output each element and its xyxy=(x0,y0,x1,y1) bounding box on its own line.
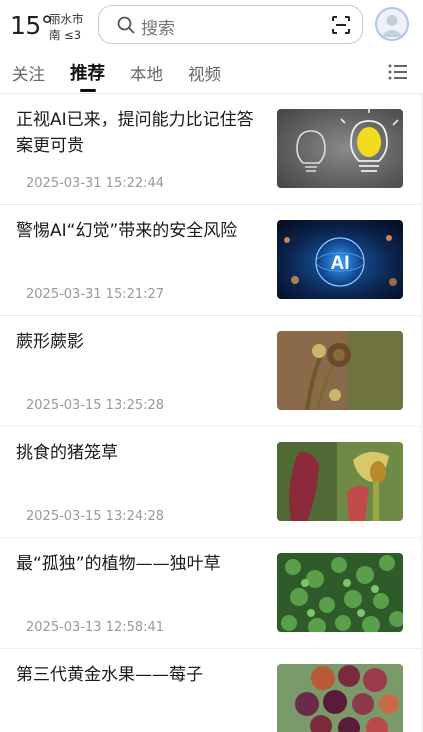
news-feed-page: 15° 丽水市 南 ≤3 搜索 关注 推荐 本地 视频 正视AI已来，提问能力比… xyxy=(0,0,423,732)
news-item[interactable]: 最“孤独”的植物——独叶草 2025-03-13 12:58:41 xyxy=(0,538,423,649)
pitcher-plant-image xyxy=(277,442,403,521)
news-time: 2025-03-13 12:58:41 xyxy=(26,620,165,635)
news-title: 蕨形蕨影 xyxy=(16,332,84,352)
tab-recommend[interactable]: 推荐 xyxy=(70,60,105,85)
channel-menu-icon[interactable] xyxy=(388,63,408,81)
news-title: 正视AI已来，提问能力比记住答案更可贵 xyxy=(16,110,254,156)
news-time: 2025-03-31 15:22:44 xyxy=(26,176,165,191)
news-time: 2025-03-31 15:21:27 xyxy=(26,287,165,302)
city-name: 丽水市 xyxy=(49,12,84,26)
ai-text: AI xyxy=(331,253,350,274)
news-list: 正视AI已来，提问能力比记住答案更可贵 2025-03-31 15:22:44 xyxy=(0,94,423,732)
berries-image xyxy=(277,664,403,732)
fern-image xyxy=(277,331,403,410)
news-item[interactable]: 警惕AI“幻觉”带来的安全风险 2025-03-31 15:21:27 AI xyxy=(0,205,423,316)
news-title: 挑食的猪笼草 xyxy=(16,443,118,463)
news-item[interactable]: 正视AI已来，提问能力比记住答案更可贵 2025-03-31 15:22:44 xyxy=(0,94,423,205)
clover-plant-image xyxy=(277,553,403,632)
news-title: 第三代黄金水果——莓子 xyxy=(16,665,203,685)
tab-local[interactable]: 本地 xyxy=(130,61,163,85)
news-item[interactable]: 蕨形蕨影 2025-03-15 13:25:28 xyxy=(0,316,423,427)
news-time: 2025-03-15 13:25:28 xyxy=(26,398,165,413)
tab-video[interactable]: 视频 xyxy=(188,61,221,85)
avatar[interactable] xyxy=(375,7,409,41)
weather-info[interactable]: 丽水市 南 ≤3 xyxy=(49,11,84,43)
temperature[interactable]: 15° xyxy=(10,11,53,40)
tab-follow[interactable]: 关注 xyxy=(12,61,45,85)
search-icon xyxy=(117,16,135,34)
news-title: 最“孤独”的植物——独叶草 xyxy=(16,554,221,574)
top-header: 15° 丽水市 南 ≤3 搜索 xyxy=(0,0,423,50)
scan-icon[interactable] xyxy=(331,15,351,35)
active-tab-indicator xyxy=(80,89,96,92)
wind-info: 南 ≤3 xyxy=(49,28,82,42)
ai-sphere-image: AI xyxy=(277,220,403,299)
lightbulb-image xyxy=(277,109,403,188)
news-item[interactable]: 挑食的猪笼草 2025-03-15 13:24:28 xyxy=(0,427,423,538)
search-bar[interactable]: 搜索 xyxy=(98,5,363,44)
news-item[interactable]: 第三代黄金水果——莓子 xyxy=(0,649,423,732)
news-title: 警惕AI“幻觉”带来的安全风险 xyxy=(16,221,238,241)
news-time: 2025-03-15 13:24:28 xyxy=(26,509,165,524)
user-avatar-icon xyxy=(381,15,403,37)
channel-tabs: 关注 推荐 本地 视频 xyxy=(0,52,423,92)
search-placeholder: 搜索 xyxy=(141,19,175,39)
